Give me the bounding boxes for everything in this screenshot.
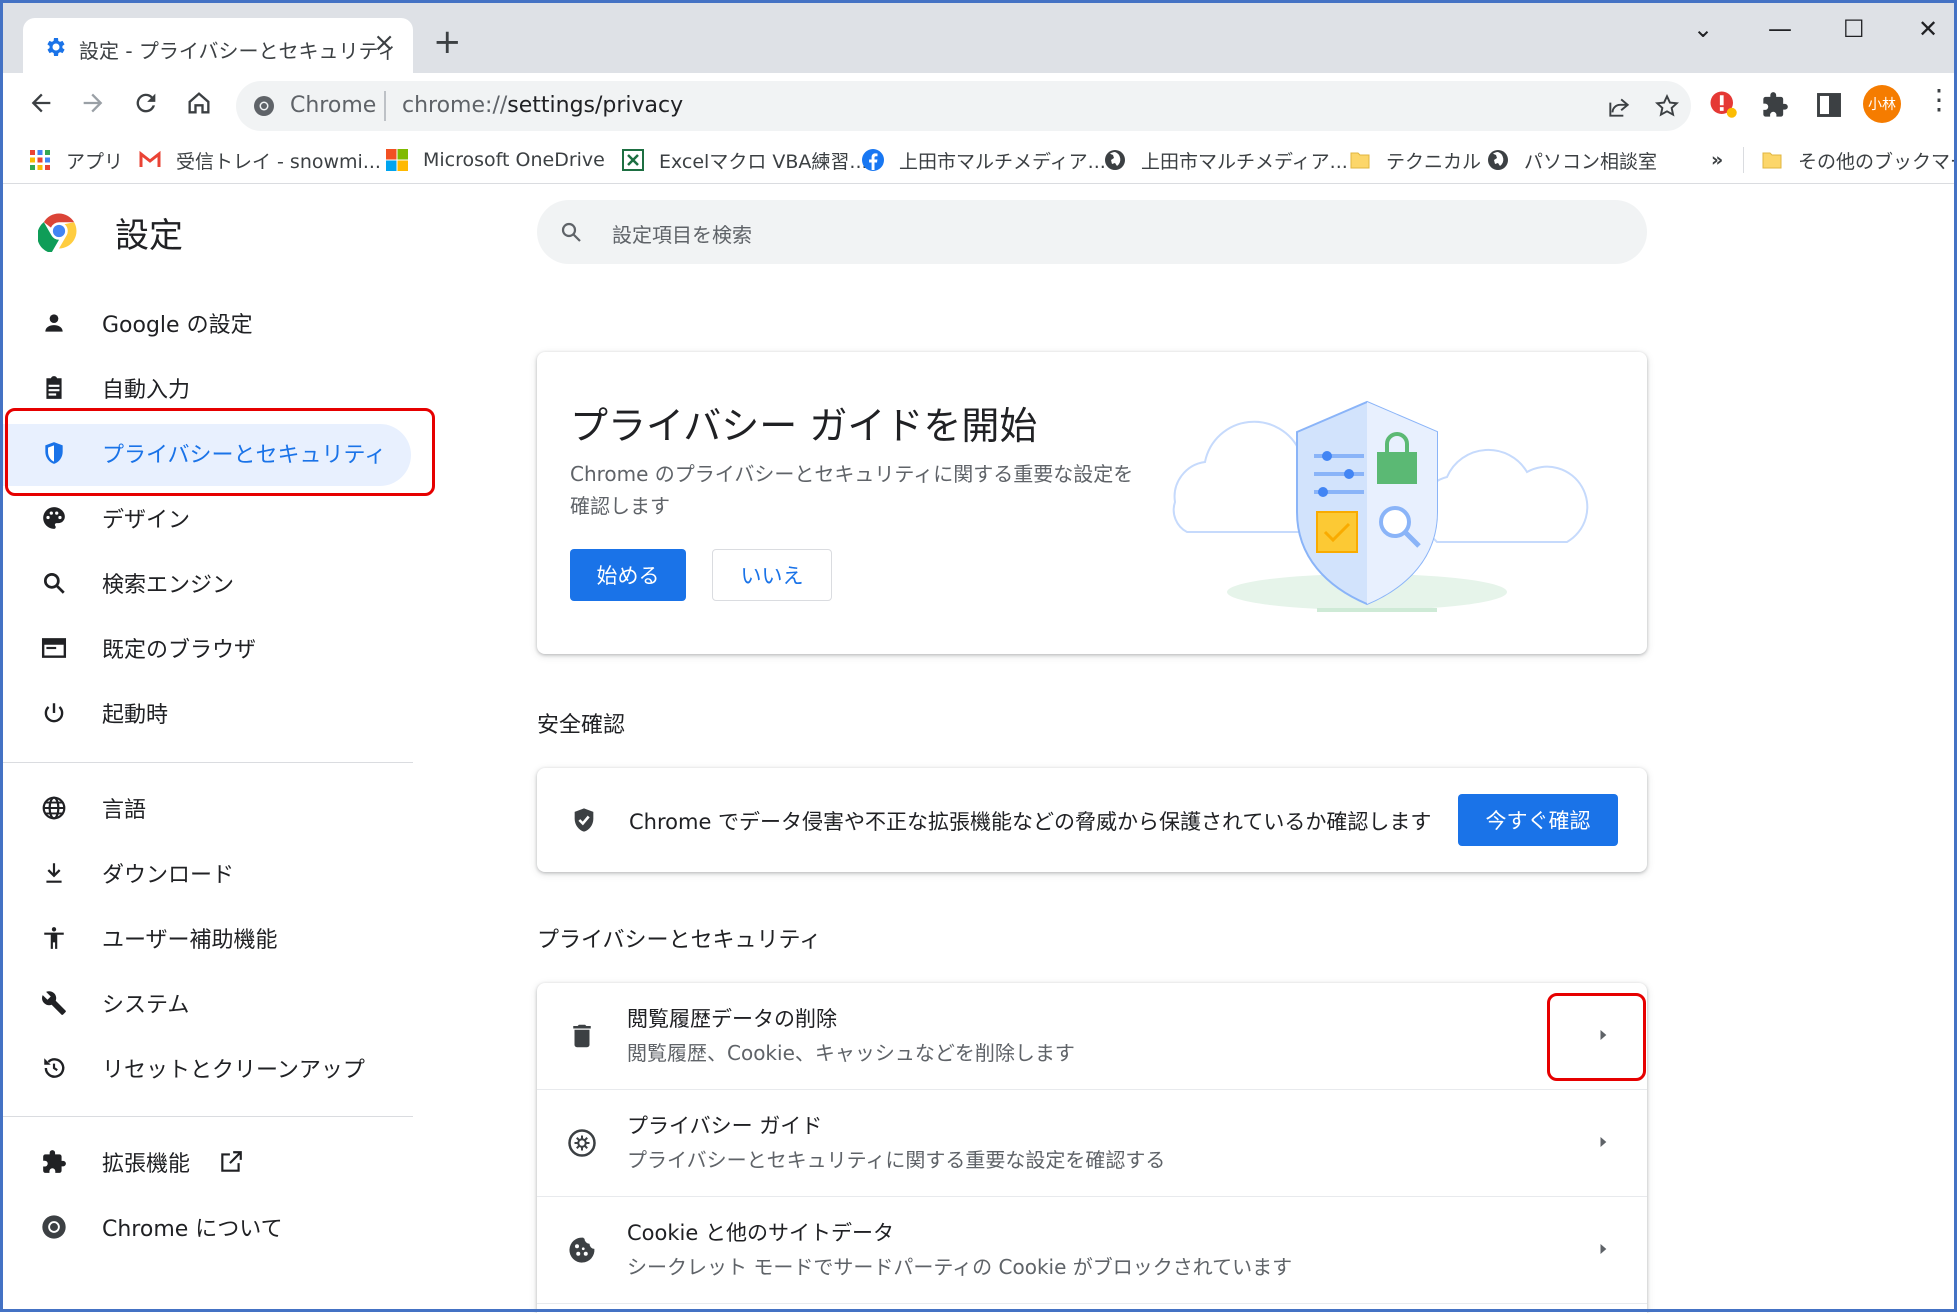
window-border [0, 0, 1957, 1312]
